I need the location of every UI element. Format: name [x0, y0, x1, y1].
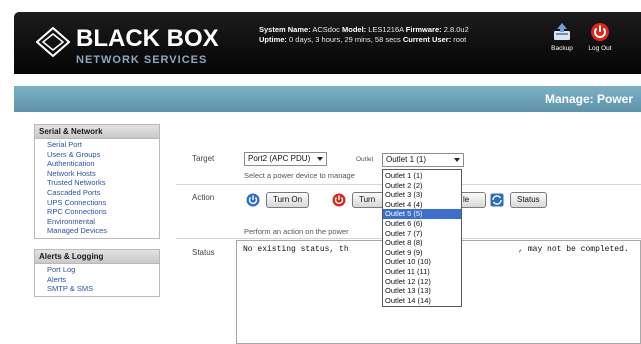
firmware-label: Firmware: [405, 25, 442, 34]
outlet-option[interactable]: Outlet 3 (3) [383, 190, 461, 200]
outlet-option[interactable]: Outlet 14 (14) [383, 296, 461, 306]
target-label: Target [192, 154, 215, 163]
chevron-down-icon [454, 158, 460, 162]
backup-icon [554, 23, 570, 40]
logout-button[interactable]: Log Out [584, 22, 616, 52]
sidebar-item-alerts[interactable]: Alerts [47, 275, 159, 285]
status-icon[interactable] [490, 193, 504, 207]
sidebar-item-users-groups[interactable]: Users & Groups [47, 150, 159, 160]
outlet-option[interactable]: Outlet 4 (4) [383, 200, 461, 210]
power-on-icon[interactable] [246, 193, 260, 207]
firmware-value: 2.8.0u2 [443, 25, 469, 34]
sidebar-item-environmental[interactable]: Environmental [47, 217, 159, 227]
outlet-option[interactable]: Outlet 1 (1) [383, 171, 461, 181]
status-text-left: No existing status, th [243, 245, 349, 254]
chevron-down-icon [317, 157, 324, 161]
logo-subtitle: NETWORK SERVICES [76, 54, 208, 66]
sidebar-item-trusted-networks[interactable]: Trusted Networks [47, 178, 159, 188]
outlet-option[interactable]: Outlet 11 (11) [383, 267, 461, 277]
outlet-select[interactable]: Outlet 1 (1) [382, 153, 464, 167]
diamond-logo-icon [36, 27, 70, 57]
backup-label: Backup [551, 45, 573, 52]
system-info-line-2: Uptime: 0 days, 3 hours, 29 mins, 58 sec… [259, 35, 469, 45]
system-name-label: System Name: [259, 25, 311, 34]
sidebar-item-serial-port[interactable]: Serial Port [47, 140, 159, 150]
status-text-right: , may not be completed. [518, 245, 629, 254]
outlet-option[interactable]: Outlet 12 (12) [383, 277, 461, 287]
outlet-option-highlighted[interactable]: Outlet 5 (5) [383, 209, 461, 219]
outlet-option[interactable]: Outlet 8 (8) [383, 238, 461, 248]
sidebar-item-port-log[interactable]: Port Log [47, 265, 159, 275]
outlet-option[interactable]: Outlet 13 (13) [383, 286, 461, 296]
model-value: LES1216A [368, 25, 404, 34]
logo-title: BLACK BOX [76, 25, 219, 52]
power-off-icon[interactable] [332, 193, 346, 207]
sidebar-section-alerts-logging: Alerts & Logging Port Log Alerts SMTP & … [34, 248, 160, 297]
outlet-option[interactable]: Outlet 9 (9) [383, 248, 461, 258]
outlet-option[interactable]: Outlet 2 (2) [383, 181, 461, 191]
sidebar-section-title: Serial & Network [35, 125, 159, 139]
page-title: Manage: Power [544, 92, 633, 106]
outlet-option[interactable]: Outlet 6 (6) [383, 219, 461, 229]
outlet-label: Outlet [356, 156, 374, 163]
app-header: BLACK BOX NETWORK SERVICES System Name: … [14, 12, 641, 74]
system-info-line-1: System Name: ACSdoc Model: LES1216A Firm… [259, 25, 469, 35]
outlet-option[interactable]: Outlet 10 (10) [383, 257, 461, 267]
sidebar: Serial & Network Serial Port Users & Gro… [34, 124, 160, 307]
action-help-text: Perform an action on the power [244, 227, 349, 236]
sidebar-section-title: Alerts & Logging [35, 249, 159, 264]
outlet-dropdown-list[interactable]: Outlet 1 (1) Outlet 2 (2) Outlet 3 (3) O… [382, 169, 462, 308]
backup-button[interactable]: Backup [546, 22, 578, 52]
outlet-option[interactable]: Outlet 7 (7) [383, 229, 461, 239]
power-off-icon [591, 23, 609, 41]
system-name-value: ACSdoc [312, 25, 340, 34]
current-user-label: Current User: [402, 35, 452, 44]
uptime-value: 0 days, 3 hours, 29 mins, 58 secs [289, 35, 401, 44]
system-info: System Name: ACSdoc Model: LES1216A Firm… [259, 25, 469, 45]
status-button[interactable]: Status [510, 192, 547, 208]
page-title-bar: Manage: Power [14, 86, 641, 112]
outlet-select-value: Outlet 1 (1) [386, 155, 427, 164]
black-box-logo[interactable]: BLACK BOX NETWORK SERVICES [36, 24, 236, 68]
sidebar-item-authentication[interactable]: Authentication [47, 159, 159, 169]
target-select[interactable]: Port2 (APC PDU) [244, 152, 328, 166]
sidebar-item-cascaded-ports[interactable]: Cascaded Ports [47, 188, 159, 198]
turn-on-button[interactable]: Turn On [266, 192, 310, 208]
status-label: Status [192, 248, 215, 257]
current-user-value: root [453, 35, 467, 44]
sidebar-section-serial-network: Serial & Network Serial Port Users & Gro… [34, 124, 160, 239]
sidebar-item-ups-connections[interactable]: UPS Connections [47, 198, 159, 208]
model-label: Model: [341, 25, 367, 34]
sidebar-item-smtp-sms[interactable]: SMTP & SMS [47, 284, 159, 294]
sidebar-item-managed-devices[interactable]: Managed Devices [47, 226, 159, 236]
sidebar-item-network-hosts[interactable]: Network Hosts [47, 169, 159, 179]
sidebar-item-rpc-connections[interactable]: RPC Connections [47, 207, 159, 217]
uptime-label: Uptime: [259, 35, 287, 44]
target-select-value: Port2 (APC PDU) [248, 154, 311, 163]
logout-label: Log Out [588, 45, 612, 52]
action-label: Action [192, 193, 215, 202]
target-help-text: Select a power device to manage [244, 171, 355, 180]
